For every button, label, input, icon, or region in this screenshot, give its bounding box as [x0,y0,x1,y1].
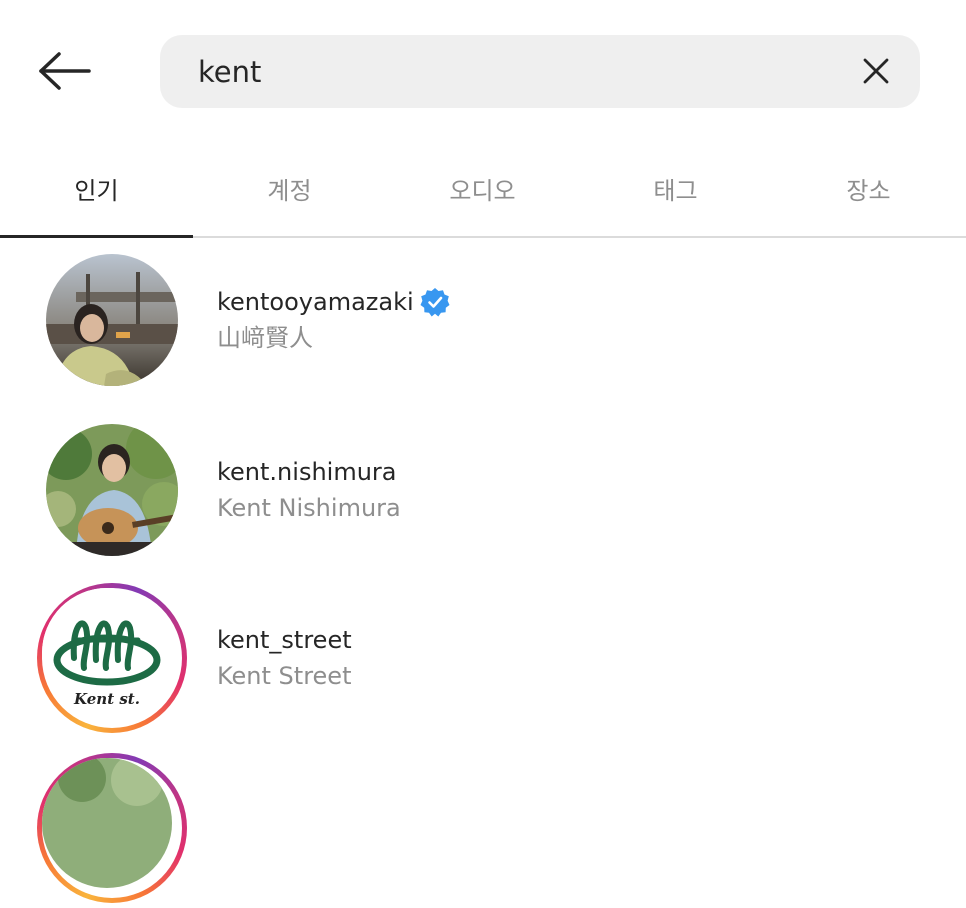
avatar: Kent st. [42,588,172,718]
tab-tags[interactable]: 태그 [579,140,772,236]
username-label: kentooyamazaki [217,288,414,316]
search-tabs: 인기 계정 오디오 태그 장소 [0,140,966,238]
tab-accounts[interactable]: 계정 [193,140,386,236]
search-result-item[interactable]: kentooyamazaki 山﨑賢人 [0,240,966,400]
full-name: Kent Nishimura [217,494,401,522]
username: kent_street [217,624,352,656]
story-ring[interactable] [37,753,187,903]
search-input[interactable] [198,35,838,108]
full-name: Kent Street [217,662,352,690]
search-result-item[interactable] [0,748,966,908]
search-result-item[interactable]: Kent st. kent_street Kent Street [0,578,966,738]
clear-search-button[interactable] [858,53,894,89]
story-ring[interactable]: Kent st. [37,583,187,733]
username-label: kent.nishimura [217,458,397,486]
result-text: kentooyamazaki 山﨑賢人 [217,286,450,354]
search-result-item[interactable]: kent.nishimura Kent Nishimura [0,410,966,570]
tab-top[interactable]: 인기 [0,140,193,238]
tab-places[interactable]: 장소 [772,140,965,236]
username-label: kent_street [217,626,352,654]
avatar [46,254,178,386]
verified-badge-icon [420,288,450,317]
back-button[interactable] [30,40,100,102]
avatar [46,424,178,556]
search-bar [160,35,920,108]
result-text: kent.nishimura Kent Nishimura [217,456,401,524]
close-icon [863,58,889,84]
back-arrow-icon [39,52,91,90]
username: kent.nishimura [217,456,401,488]
username: kentooyamazaki [217,286,450,318]
full-name: 山﨑賢人 [217,324,313,352]
logo-text: Kent st. [73,690,140,708]
tab-audio[interactable]: 오디오 [386,140,579,236]
result-text: kent_street Kent Street [217,624,352,692]
